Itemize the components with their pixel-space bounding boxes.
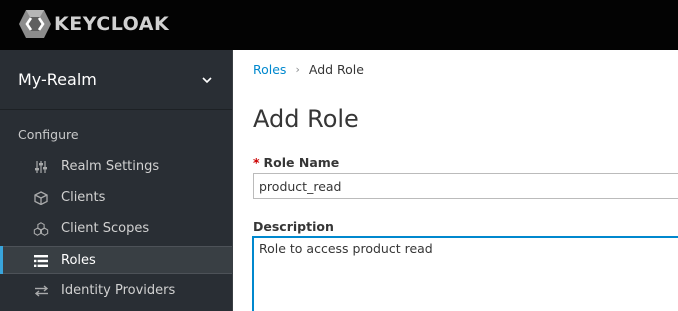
realm-selector[interactable]: My-Realm: [0, 50, 232, 110]
description-input[interactable]: Role to access product read: [252, 236, 678, 311]
role-name-label: * Role Name: [253, 155, 339, 170]
page-title: Add Role: [253, 105, 359, 133]
role-name-input[interactable]: [253, 173, 678, 199]
list-icon: [33, 253, 49, 269]
sidebar-item-label: Realm Settings: [61, 159, 160, 174]
breadcrumb-current: Add Role: [308, 62, 364, 77]
sliders-icon: [33, 159, 49, 175]
chevron-down-icon: [202, 77, 212, 84]
section-title-configure: Configure: [18, 127, 79, 142]
top-navbar: KEYCLOAK: [0, 0, 678, 50]
sidebar: My-Realm Configure Realm Settings Client…: [0, 50, 233, 311]
breadcrumb: Roles › Add Role: [253, 62, 364, 77]
sidebar-item-roles[interactable]: Roles: [0, 246, 232, 274]
sidebar-item-clients[interactable]: Clients: [0, 184, 232, 212]
sidebar-item-label: Roles: [61, 253, 96, 268]
cube-icon: [33, 190, 49, 206]
sidebar-item-label: Identity Providers: [61, 283, 176, 298]
exchange-icon: [33, 283, 49, 299]
breadcrumb-roles-link[interactable]: Roles: [253, 62, 286, 77]
sidebar-item-label: Client Scopes: [61, 221, 150, 236]
cubes-icon: [33, 221, 49, 237]
sidebar-item-realm-settings[interactable]: Realm Settings: [0, 153, 232, 181]
keycloak-logo-icon: [19, 10, 51, 38]
sidebar-item-label: Clients: [61, 190, 106, 205]
main-content: Roles › Add Role Add Role *Role Name Des…: [233, 50, 678, 311]
breadcrumb-separator: ›: [295, 63, 300, 76]
logo-text: KEYCLOAK: [54, 13, 170, 35]
required-marker: *: [253, 155, 260, 170]
keycloak-logo[interactable]: KEYCLOAK: [18, 9, 169, 39]
description-label: Description: [253, 219, 334, 234]
sidebar-item-identity-providers[interactable]: Identity Providers: [0, 277, 232, 305]
sidebar-item-client-scopes[interactable]: Client Scopes: [0, 215, 232, 243]
role-name-label-text: Role Name: [263, 155, 340, 170]
realm-name: My-Realm: [18, 70, 97, 89]
